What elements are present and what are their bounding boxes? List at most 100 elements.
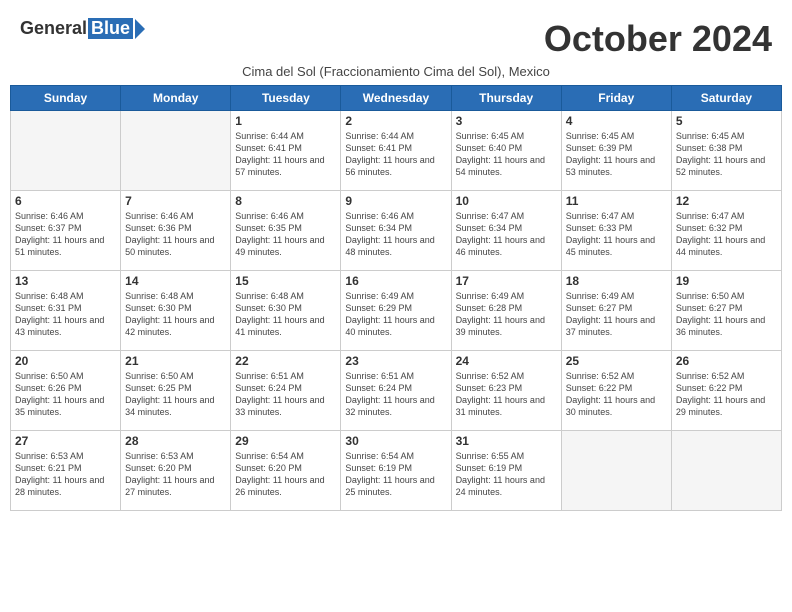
day-info: Sunrise: 6:47 AM Sunset: 6:33 PM Dayligh… xyxy=(566,210,667,259)
calendar-day-cell: 7 Sunrise: 6:46 AM Sunset: 6:36 PM Daylig… xyxy=(121,191,231,271)
calendar-week-row: 1 Sunrise: 6:44 AM Sunset: 6:41 PM Daylig… xyxy=(11,111,782,191)
day-number: 8 xyxy=(235,194,336,208)
day-number: 12 xyxy=(676,194,777,208)
day-number: 6 xyxy=(15,194,116,208)
calendar-week-row: 6Sunrise: 6:46 AM Sunset: 6:37 PM Daylig… xyxy=(11,191,782,271)
calendar-day-cell: 22 Sunrise: 6:51 AM Sunset: 6:24 PM Dayli… xyxy=(231,351,341,431)
day-info: Sunrise: 6:48 AM Sunset: 6:30 PM Dayligh… xyxy=(125,290,226,339)
calendar-day-cell: 20 Sunrise: 6:50 AM Sunset: 6:26 PM Dayli… xyxy=(11,351,121,431)
calendar-table: SundayMondayTuesdayWednesdayThursdayFrid… xyxy=(10,85,782,511)
calendar-day-cell xyxy=(561,431,671,511)
day-number: 21 xyxy=(125,354,226,368)
calendar-day-cell: 19 Sunrise: 6:50 AM Sunset: 6:27 PM Dayli… xyxy=(671,271,781,351)
day-info: Sunrise: 6:46 AM Sunset: 6:34 PM Dayligh… xyxy=(345,210,446,259)
day-number: 28 xyxy=(125,434,226,448)
day-number: 31 xyxy=(456,434,557,448)
day-info: Sunrise: 6:46 AM Sunset: 6:36 PM Dayligh… xyxy=(125,210,226,259)
calendar-day-cell xyxy=(11,111,121,191)
calendar-day-cell: 30 Sunrise: 6:54 AM Sunset: 6:19 PM Dayli… xyxy=(341,431,451,511)
calendar-day-cell: 26Sunrise: 6:52 AM Sunset: 6:22 PM Dayli… xyxy=(671,351,781,431)
calendar-day-cell: 12 Sunrise: 6:47 AM Sunset: 6:32 PM Dayli… xyxy=(671,191,781,271)
page-header: General Blue October 2024 xyxy=(10,10,782,64)
day-info: Sunrise: 6:52 AM Sunset: 6:23 PM Dayligh… xyxy=(456,370,557,419)
calendar-day-cell: 3 Sunrise: 6:45 AM Sunset: 6:40 PM Daylig… xyxy=(451,111,561,191)
day-number: 16 xyxy=(345,274,446,288)
calendar-day-cell: 1 Sunrise: 6:44 AM Sunset: 6:41 PM Daylig… xyxy=(231,111,341,191)
day-number: 24 xyxy=(456,354,557,368)
calendar-day-cell: 31 Sunrise: 6:55 AM Sunset: 6:19 PM Dayli… xyxy=(451,431,561,511)
weekday-header-cell: Monday xyxy=(121,86,231,111)
day-number: 19 xyxy=(676,274,777,288)
day-number: 22 xyxy=(235,354,336,368)
day-info: Sunrise: 6:48 AM Sunset: 6:31 PM Dayligh… xyxy=(15,290,116,339)
calendar-day-cell: 27 Sunrise: 6:53 AM Sunset: 6:21 PM Dayli… xyxy=(11,431,121,511)
location-subtitle: Cima del Sol (Fraccionamiento Cima del S… xyxy=(10,64,782,79)
day-number: 27 xyxy=(15,434,116,448)
day-number: 9 xyxy=(345,194,446,208)
day-info: Sunrise: 6:53 AM Sunset: 6:21 PM Dayligh… xyxy=(15,450,116,499)
day-info: Sunrise: 6:45 AM Sunset: 6:38 PM Dayligh… xyxy=(676,130,777,179)
weekday-header-cell: Saturday xyxy=(671,86,781,111)
day-info: Sunrise: 6:49 AM Sunset: 6:28 PM Dayligh… xyxy=(456,290,557,339)
calendar-week-row: 20 Sunrise: 6:50 AM Sunset: 6:26 PM Dayli… xyxy=(11,351,782,431)
logo: General Blue xyxy=(20,18,145,39)
calendar-day-cell: 15 Sunrise: 6:48 AM Sunset: 6:30 PM Dayli… xyxy=(231,271,341,351)
calendar-day-cell: 11Sunrise: 6:47 AM Sunset: 6:33 PM Dayli… xyxy=(561,191,671,271)
calendar-day-cell: 17 Sunrise: 6:49 AM Sunset: 6:28 PM Dayli… xyxy=(451,271,561,351)
day-number: 2 xyxy=(345,114,446,128)
day-info: Sunrise: 6:45 AM Sunset: 6:39 PM Dayligh… xyxy=(566,130,667,179)
day-info: Sunrise: 6:44 AM Sunset: 6:41 PM Dayligh… xyxy=(235,130,336,179)
month-title: October 2024 xyxy=(544,18,772,60)
calendar-day-cell: 29 Sunrise: 6:54 AM Sunset: 6:20 PM Dayli… xyxy=(231,431,341,511)
weekday-header-cell: Friday xyxy=(561,86,671,111)
logo-blue-text: Blue xyxy=(88,18,133,39)
day-number: 7 xyxy=(125,194,226,208)
day-info: Sunrise: 6:54 AM Sunset: 6:19 PM Dayligh… xyxy=(345,450,446,499)
day-number: 17 xyxy=(456,274,557,288)
calendar-day-cell: 4 Sunrise: 6:45 AM Sunset: 6:39 PM Daylig… xyxy=(561,111,671,191)
day-info: Sunrise: 6:50 AM Sunset: 6:26 PM Dayligh… xyxy=(15,370,116,419)
logo-triangle-icon xyxy=(135,19,145,39)
day-number: 3 xyxy=(456,114,557,128)
weekday-header-cell: Sunday xyxy=(11,86,121,111)
day-info: Sunrise: 6:53 AM Sunset: 6:20 PM Dayligh… xyxy=(125,450,226,499)
day-number: 1 xyxy=(235,114,336,128)
calendar-day-cell: 6Sunrise: 6:46 AM Sunset: 6:37 PM Daylig… xyxy=(11,191,121,271)
calendar-week-row: 13 Sunrise: 6:48 AM Sunset: 6:31 PM Dayli… xyxy=(11,271,782,351)
calendar-day-cell: 8 Sunrise: 6:46 AM Sunset: 6:35 PM Daylig… xyxy=(231,191,341,271)
calendar-day-cell: 13 Sunrise: 6:48 AM Sunset: 6:31 PM Dayli… xyxy=(11,271,121,351)
day-number: 30 xyxy=(345,434,446,448)
day-number: 20 xyxy=(15,354,116,368)
weekday-header-cell: Thursday xyxy=(451,86,561,111)
calendar-day-cell: 25 Sunrise: 6:52 AM Sunset: 6:22 PM Dayli… xyxy=(561,351,671,431)
weekday-header-cell: Tuesday xyxy=(231,86,341,111)
day-info: Sunrise: 6:47 AM Sunset: 6:32 PM Dayligh… xyxy=(676,210,777,259)
calendar-day-cell: 24 Sunrise: 6:52 AM Sunset: 6:23 PM Dayli… xyxy=(451,351,561,431)
day-number: 13 xyxy=(15,274,116,288)
day-number: 25 xyxy=(566,354,667,368)
day-number: 10 xyxy=(456,194,557,208)
day-info: Sunrise: 6:48 AM Sunset: 6:30 PM Dayligh… xyxy=(235,290,336,339)
day-info: Sunrise: 6:45 AM Sunset: 6:40 PM Dayligh… xyxy=(456,130,557,179)
day-info: Sunrise: 6:55 AM Sunset: 6:19 PM Dayligh… xyxy=(456,450,557,499)
calendar-day-cell xyxy=(121,111,231,191)
day-info: Sunrise: 6:51 AM Sunset: 6:24 PM Dayligh… xyxy=(235,370,336,419)
day-info: Sunrise: 6:52 AM Sunset: 6:22 PM Dayligh… xyxy=(566,370,667,419)
calendar-day-cell: 21 Sunrise: 6:50 AM Sunset: 6:25 PM Dayli… xyxy=(121,351,231,431)
day-number: 29 xyxy=(235,434,336,448)
day-info: Sunrise: 6:46 AM Sunset: 6:35 PM Dayligh… xyxy=(235,210,336,259)
day-number: 14 xyxy=(125,274,226,288)
day-info: Sunrise: 6:50 AM Sunset: 6:25 PM Dayligh… xyxy=(125,370,226,419)
weekday-header-row: SundayMondayTuesdayWednesdayThursdayFrid… xyxy=(11,86,782,111)
calendar-day-cell: 14 Sunrise: 6:48 AM Sunset: 6:30 PM Dayli… xyxy=(121,271,231,351)
day-info: Sunrise: 6:54 AM Sunset: 6:20 PM Dayligh… xyxy=(235,450,336,499)
day-info: Sunrise: 6:50 AM Sunset: 6:27 PM Dayligh… xyxy=(676,290,777,339)
logo-general-text: General xyxy=(20,18,87,39)
day-info: Sunrise: 6:49 AM Sunset: 6:29 PM Dayligh… xyxy=(345,290,446,339)
day-number: 23 xyxy=(345,354,446,368)
calendar-day-cell xyxy=(671,431,781,511)
day-number: 26 xyxy=(676,354,777,368)
day-number: 15 xyxy=(235,274,336,288)
day-number: 4 xyxy=(566,114,667,128)
day-number: 18 xyxy=(566,274,667,288)
